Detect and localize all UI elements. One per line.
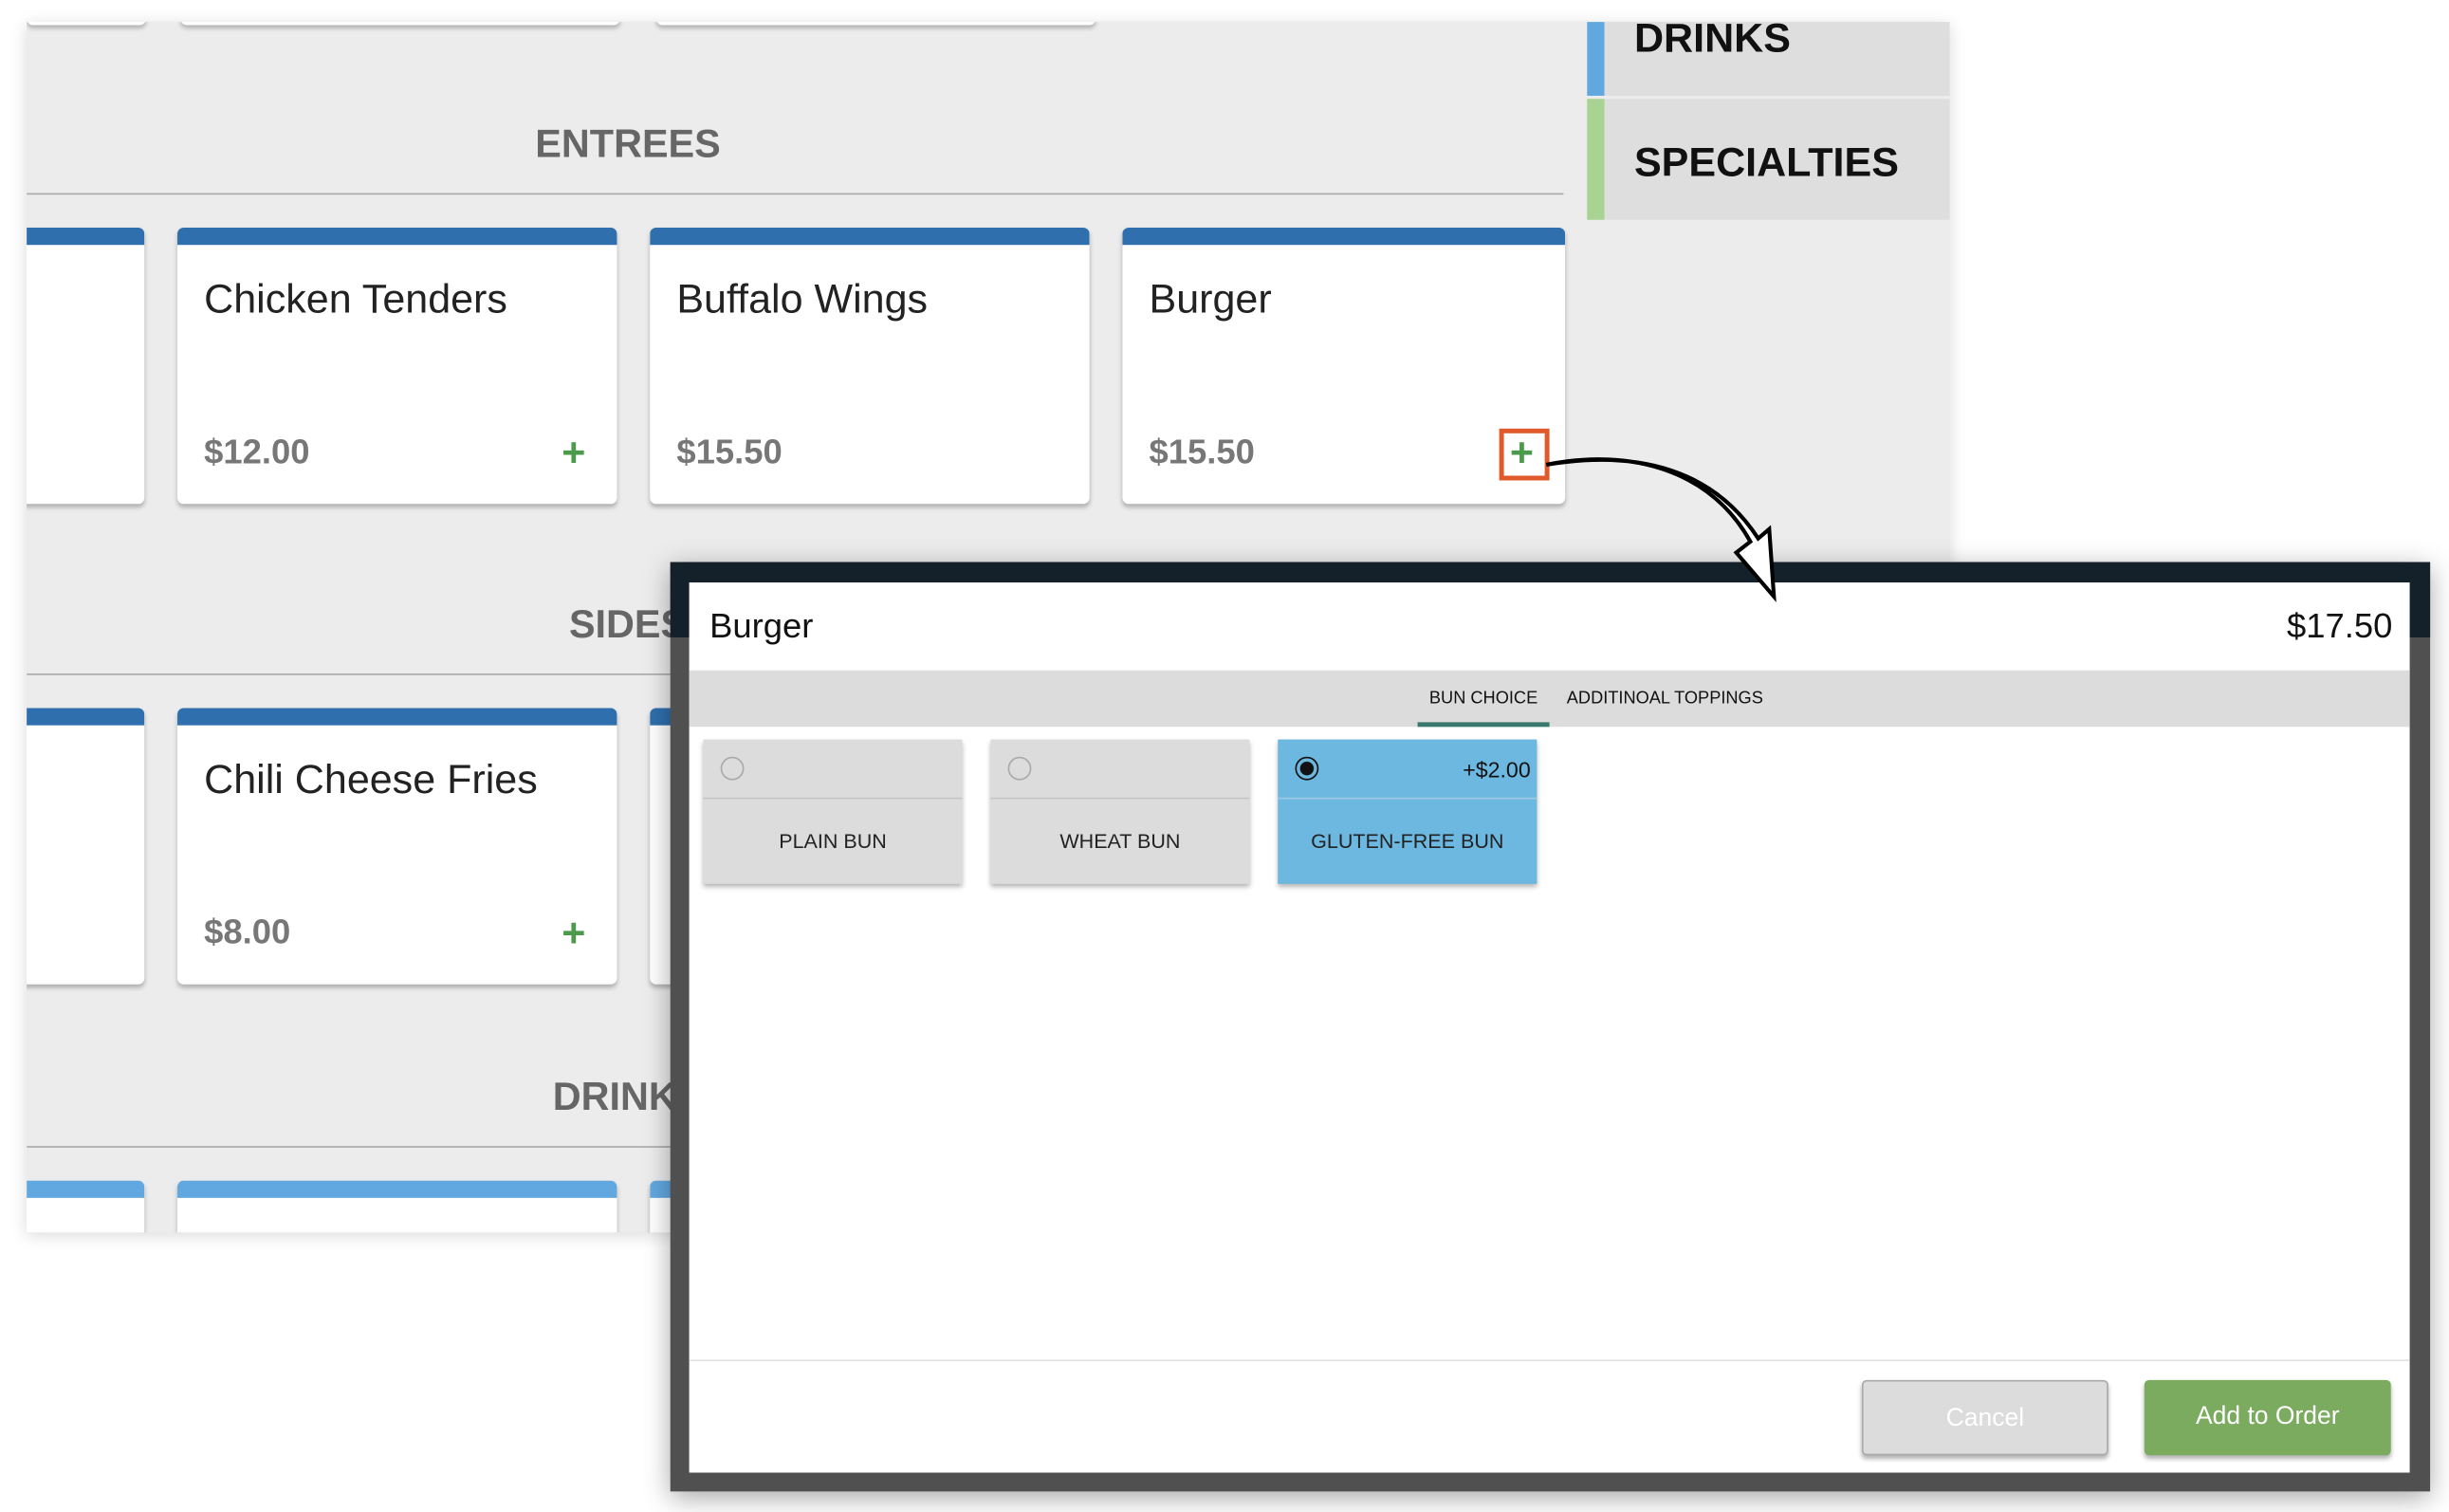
callout-arrow-icon (1545, 457, 1777, 603)
